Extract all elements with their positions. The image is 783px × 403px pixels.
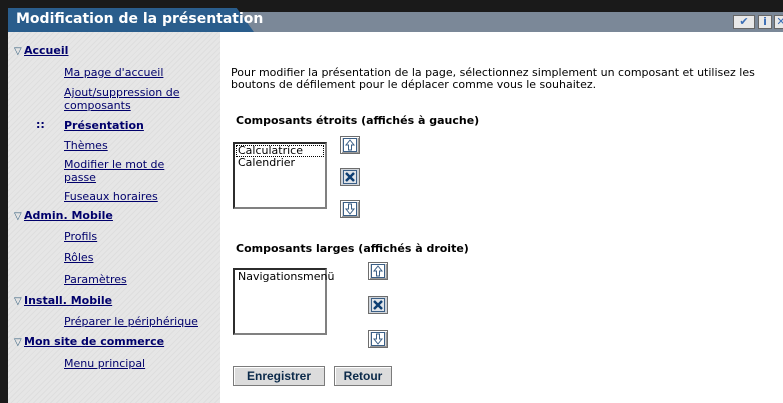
move-up-button[interactable] (340, 136, 360, 154)
move-down-button[interactable] (368, 330, 388, 348)
collapse-triangle-icon[interactable]: ▽ (8, 296, 24, 307)
collapse-triangle-icon[interactable]: ▽ (8, 337, 24, 348)
sidebar-item-parametres[interactable]: Paramètres (64, 273, 127, 286)
instructions-text: Pour modifier la présentation de la page… (231, 66, 755, 91)
sidebar: ▽ Accueil Ma page d'accueil Ajout/suppres… (8, 32, 220, 403)
sidebar-section-install-mobile[interactable]: ▽ Install. Mobile (8, 294, 112, 307)
title-bar (240, 12, 783, 32)
active-bullet-icon: :: (36, 118, 45, 131)
remove-x-icon (371, 298, 385, 312)
window-header: Modification de la présentation ✔ i ✕ (0, 0, 783, 32)
wide-components-heading: Composants larges (affichés à droite) (236, 242, 469, 255)
save-button[interactable]: Enregistrer (233, 366, 325, 386)
collapse-triangle-icon[interactable]: ▽ (8, 211, 24, 222)
page-title: Modification de la présentation (16, 11, 264, 27)
arrow-up-icon (371, 264, 385, 278)
list-item[interactable]: Navigationsmenü (236, 271, 335, 283)
arrow-up-icon (343, 138, 357, 152)
sidebar-section-accueil[interactable]: ▽ Accueil (8, 44, 68, 57)
narrow-components-heading: Composants étroits (affichés à gauche) (236, 114, 480, 127)
sidebar-item-menu-principal[interactable]: Menu principal (64, 357, 145, 370)
list-item[interactable]: Calendrier (236, 157, 324, 169)
sidebar-item-mot-de-passe[interactable]: Modifier le mot de passe (64, 158, 184, 184)
remove-button[interactable] (368, 296, 388, 314)
sidebar-item-fuseaux-horaires[interactable]: Fuseaux horaires (64, 190, 158, 203)
sidebar-item-preparer-peripherique[interactable]: Préparer le périphérique (64, 315, 198, 328)
sidebar-item-themes[interactable]: Thèmes (64, 139, 108, 152)
sidebar-item-roles[interactable]: Rôles (64, 251, 93, 264)
sidebar-item-profils[interactable]: Profils (64, 230, 97, 243)
narrow-components-listbox[interactable]: Calculatrice Calendrier (233, 142, 327, 209)
sidebar-item-ma-page-d-accueil[interactable]: Ma page d'accueil (64, 66, 163, 79)
sidebar-item-ajout-suppression[interactable]: Ajout/suppression de composants (64, 86, 204, 112)
wide-components-listbox[interactable]: Navigationsmenü (233, 268, 335, 335)
main-content: Pour modifier la présentation de la page… (220, 32, 783, 403)
back-button[interactable]: Retour (334, 366, 392, 386)
info-icon[interactable]: i (758, 15, 772, 29)
close-icon[interactable]: ✕ (774, 15, 783, 29)
sidebar-section-admin-mobile[interactable]: ▽ Admin. Mobile (8, 209, 113, 222)
check-icon[interactable]: ✔ (733, 15, 755, 29)
remove-x-icon (343, 170, 357, 184)
collapse-triangle-icon[interactable]: ▽ (8, 46, 24, 57)
sidebar-item-presentation[interactable]: Présentation (64, 119, 144, 132)
arrow-down-icon (343, 202, 357, 216)
move-down-button[interactable] (340, 200, 360, 218)
sidebar-section-mon-site-de-commerce[interactable]: ▽ Mon site de commerce (8, 335, 164, 348)
arrow-down-icon (371, 332, 385, 346)
remove-button[interactable] (340, 168, 360, 186)
move-up-button[interactable] (368, 262, 388, 280)
